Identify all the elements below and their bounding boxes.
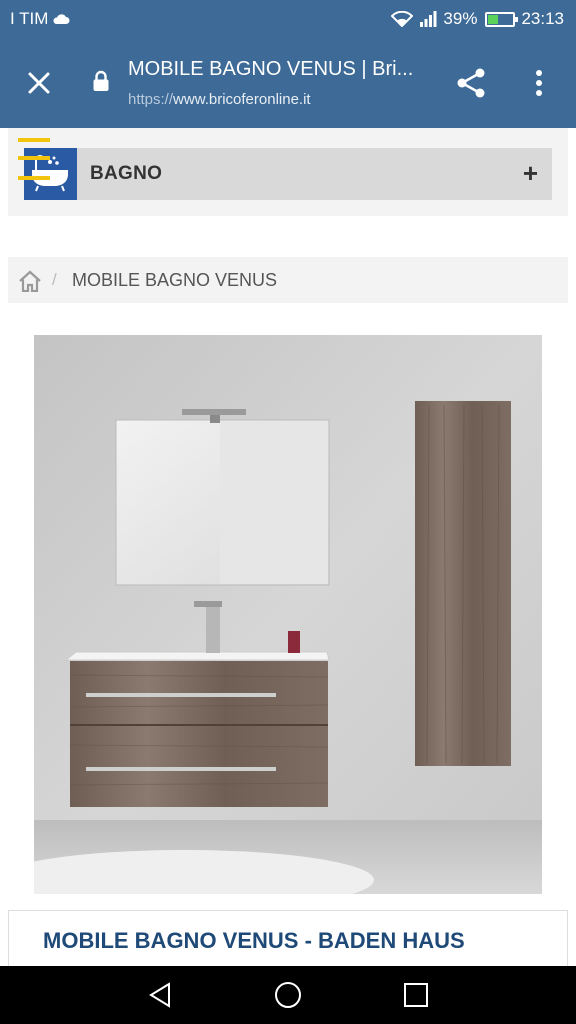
home-icon[interactable] (18, 270, 42, 292)
breadcrumb-separator: / (52, 270, 57, 289)
battery-percent: 39% (443, 9, 478, 28)
share-icon (457, 68, 485, 98)
category-section: BAGNO + (8, 128, 568, 216)
recents-button[interactable] (394, 976, 438, 1014)
page-title[interactable]: MOBILE BAGNO VENUS | Bri... (128, 58, 428, 81)
product-image[interactable] (34, 335, 542, 894)
url-scheme: https:// (128, 91, 174, 108)
signal-icon (420, 11, 437, 27)
more-vert-icon (536, 70, 542, 96)
breadcrumb: / MOBILE BAGNO VENUS (8, 257, 568, 303)
product-title-box: MOBILE BAGNO VENUS - BADEN HAUS (8, 910, 568, 972)
wifi-icon (391, 11, 414, 27)
home-circle-icon (275, 982, 301, 1008)
clock: 23:13 (521, 9, 564, 28)
carrier-label: I TIM (10, 9, 49, 28)
close-tab-button[interactable] (14, 58, 64, 108)
category-toggle[interactable]: BAGNO + (24, 148, 552, 200)
lock-icon (93, 70, 109, 91)
back-icon (149, 982, 170, 1008)
close-icon (28, 72, 50, 94)
status-bar: I TIM 39% 23:13 (0, 0, 576, 38)
breadcrumb-current: MOBILE BAGNO VENUS (72, 270, 278, 290)
browser-toolbar: MOBILE BAGNO VENUS | Bri... https://www.… (0, 38, 576, 128)
product-title: MOBILE BAGNO VENUS - BADEN HAUS (43, 928, 465, 953)
battery-icon (485, 11, 519, 27)
recents-icon (404, 983, 428, 1007)
url-host: www.bricoferonline.it (173, 91, 311, 108)
back-button[interactable] (138, 976, 182, 1014)
cloud-icon (53, 14, 70, 24)
category-label: BAGNO (90, 163, 163, 184)
system-nav-bar (0, 966, 576, 1024)
home-button[interactable] (266, 976, 310, 1014)
page-url[interactable]: https://www.bricoferonline.it (128, 91, 311, 108)
overflow-menu-button[interactable] (516, 60, 562, 106)
expand-plus-icon[interactable]: + (523, 160, 538, 186)
category-stripes (18, 138, 50, 180)
share-button[interactable] (448, 60, 494, 106)
